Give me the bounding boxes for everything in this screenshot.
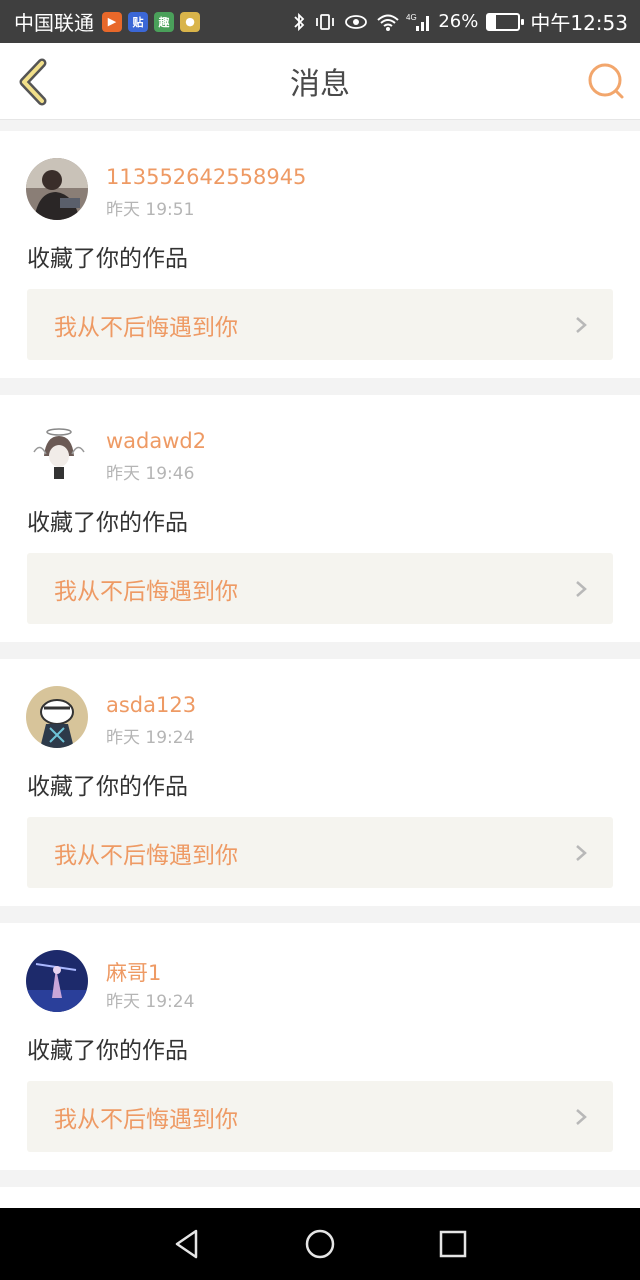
message-item: 113552642558945 昨天 19:51 收藏了你的作品 我从不后悔遇到… xyxy=(0,131,640,378)
message-action: 收藏了你的作品 xyxy=(27,774,188,800)
message-time: 昨天 19:51 xyxy=(106,200,195,220)
avatar[interactable] xyxy=(26,950,88,1012)
status-bar-right: 4G 26% 中午12:53 xyxy=(292,7,628,36)
message-time: 昨天 19:46 xyxy=(106,464,195,484)
work-title: 我从不后悔遇到你 xyxy=(54,842,238,869)
carrier-label: 中国联通 xyxy=(14,11,94,35)
chevron-right-icon xyxy=(576,580,587,597)
tieba-app-icon: 贴 xyxy=(128,11,148,32)
chevron-right-icon xyxy=(576,316,587,333)
message-time: 昨天 19:24 xyxy=(106,992,195,1012)
page-title: 消息 xyxy=(290,67,350,102)
work-title: 我从不后悔遇到你 xyxy=(54,314,238,341)
avatar[interactable] xyxy=(26,686,88,748)
app-screen: 中国联通 ▶ 贴 趣 ● 4G 26% 中午12:53 消息 113552642… xyxy=(0,0,640,1280)
status-bar-left: 中国联通 ▶ 贴 趣 ● xyxy=(14,7,206,36)
username[interactable]: wadawd2 xyxy=(106,429,206,453)
signal-4g-icon: 4G xyxy=(406,13,430,31)
message-action: 收藏了你的作品 xyxy=(27,510,188,536)
work-link[interactable]: 我从不后悔遇到你 xyxy=(27,289,613,360)
wifi-icon xyxy=(377,14,400,31)
chevron-right-icon xyxy=(576,844,587,861)
message-action: 收藏了你的作品 xyxy=(27,246,188,272)
anime-character-avatar xyxy=(26,686,88,748)
eye-comfort-icon xyxy=(345,14,368,29)
night-scene-avatar xyxy=(26,950,88,1012)
status-bar: 中国联通 ▶ 贴 趣 ● 4G 26% 中午12:53 xyxy=(0,0,640,43)
nav-recents-button[interactable] xyxy=(431,1222,475,1266)
home-circle-icon xyxy=(305,1229,335,1259)
chat-app-icon: ● xyxy=(180,11,200,32)
system-nav-bar xyxy=(0,1208,640,1280)
nav-home-button[interactable] xyxy=(298,1222,342,1266)
message-item: asda123 昨天 19:24 收藏了你的作品 我从不后悔遇到你 xyxy=(0,659,640,906)
username[interactable]: asda123 xyxy=(106,693,196,717)
message-item: wadawd2 昨天 19:46 收藏了你的作品 我从不后悔遇到你 xyxy=(0,395,640,642)
message-list: 113552642558945 昨天 19:51 收藏了你的作品 我从不后悔遇到… xyxy=(0,131,640,1227)
message-time: 昨天 19:24 xyxy=(106,728,195,748)
battery-fill xyxy=(488,14,497,29)
news-app-icon: 趣 xyxy=(154,11,174,32)
work-title: 我从不后悔遇到你 xyxy=(54,1106,238,1133)
svg-text:4G: 4G xyxy=(406,13,417,22)
message-item: 麻哥1 昨天 19:24 收藏了你的作品 我从不后悔遇到你 xyxy=(0,923,640,1170)
work-title: 我从不后悔遇到你 xyxy=(54,578,238,605)
play-app-icon: ▶ xyxy=(102,11,122,32)
anime-angel-avatar xyxy=(26,422,88,484)
work-link[interactable]: 我从不后悔遇到你 xyxy=(27,817,613,888)
avatar[interactable] xyxy=(26,422,88,484)
title-bar: 消息 xyxy=(0,43,640,120)
bluetooth-icon xyxy=(294,12,305,31)
vibrate-icon xyxy=(316,13,335,30)
username[interactable]: 麻哥1 xyxy=(106,957,161,987)
clock: 中午12:53 xyxy=(530,11,628,35)
search-icon[interactable] xyxy=(586,61,626,101)
message-action: 收藏了你的作品 xyxy=(27,1038,188,1064)
back-button[interactable] xyxy=(12,57,56,107)
battery-icon xyxy=(486,12,525,31)
photo-avatar-person xyxy=(26,158,88,220)
username[interactable]: 113552642558945 xyxy=(106,165,306,189)
work-link[interactable]: 我从不后悔遇到你 xyxy=(27,1081,613,1152)
work-link[interactable]: 我从不后悔遇到你 xyxy=(27,553,613,624)
chevron-right-icon xyxy=(576,1108,587,1125)
recents-square-icon xyxy=(440,1230,467,1258)
avatar[interactable] xyxy=(26,158,88,220)
back-triangle-icon xyxy=(175,1229,197,1259)
battery-percent: 26% xyxy=(438,11,479,32)
nav-back-button[interactable] xyxy=(165,1222,209,1266)
